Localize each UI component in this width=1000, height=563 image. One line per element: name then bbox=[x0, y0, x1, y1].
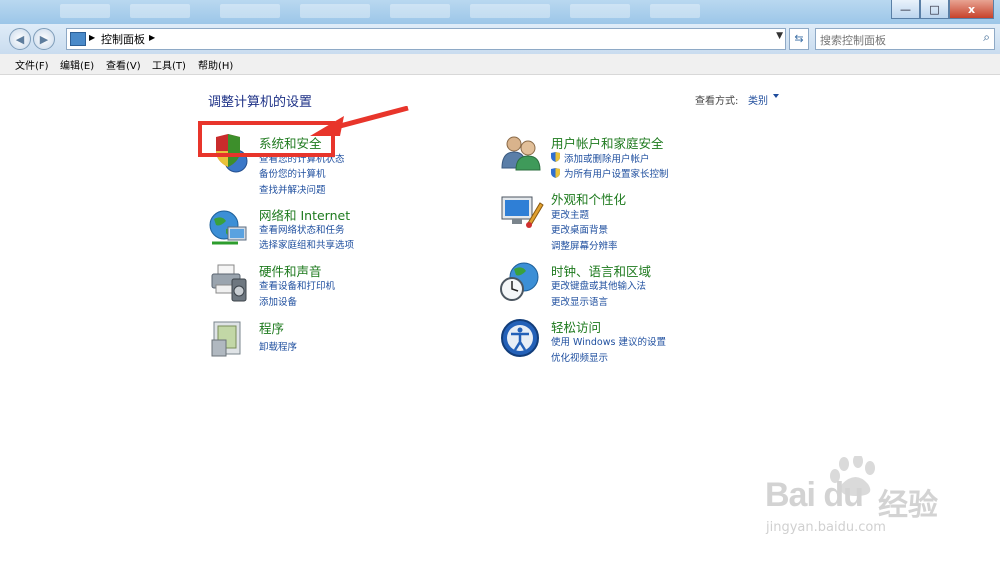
link-homegroup-sharing[interactable]: 选择家庭组和共享选项 bbox=[259, 237, 354, 251]
taskbar-reflection bbox=[650, 4, 700, 18]
view-by-arrow-icon[interactable] bbox=[773, 94, 779, 98]
category-programs[interactable]: 程序 bbox=[259, 318, 284, 337]
uac-shield-icon bbox=[551, 168, 560, 178]
link-backup-computer[interactable]: 备份您的计算机 bbox=[259, 166, 326, 180]
monitor-paint-icon[interactable] bbox=[500, 193, 544, 231]
link-change-theme[interactable]: 更改主题 bbox=[551, 207, 589, 221]
breadcrumb-dropdown-icon[interactable]: ▶ bbox=[149, 33, 155, 42]
category-user-accounts[interactable]: 用户帐户和家庭安全 bbox=[551, 133, 664, 152]
search-input[interactable] bbox=[816, 31, 974, 50]
taskbar-reflection bbox=[570, 4, 630, 18]
menu-file[interactable]: 文件(F) bbox=[15, 57, 49, 72]
search-box: ⌕ bbox=[815, 28, 995, 50]
menu-tools[interactable]: 工具(T) bbox=[152, 57, 186, 72]
link-optimize-video[interactable]: 优化视频显示 bbox=[551, 350, 608, 364]
watermark-brand: Bai du bbox=[765, 476, 864, 514]
printer-speaker-icon[interactable] bbox=[208, 263, 250, 303]
menu-edit[interactable]: 编辑(E) bbox=[60, 57, 94, 72]
menu-help[interactable]: 帮助(H) bbox=[198, 57, 233, 72]
ease-of-access-icon[interactable] bbox=[500, 318, 542, 358]
menu-view[interactable]: 查看(V) bbox=[106, 57, 141, 72]
search-icon[interactable]: ⌕ bbox=[983, 30, 990, 45]
link-troubleshoot[interactable]: 查找并解决问题 bbox=[259, 182, 326, 196]
minimize-button[interactable]: — bbox=[891, 0, 920, 19]
view-by-dropdown[interactable]: 类别 bbox=[748, 92, 768, 107]
address-bar: ◀ ▶ ▶ 控制面板 ▶ ▼ ⇆ ⌕ bbox=[0, 24, 1000, 54]
menu-bar: 文件(F) 编辑(E) 查看(V) 工具(T) 帮助(H) bbox=[0, 54, 1000, 75]
breadcrumb-separator-icon[interactable]: ▶ bbox=[89, 33, 95, 42]
close-button[interactable]: x bbox=[949, 0, 994, 19]
category-appearance[interactable]: 外观和个性化 bbox=[551, 189, 626, 208]
programs-icon[interactable] bbox=[210, 320, 246, 358]
control-panel-icon bbox=[70, 32, 86, 46]
watermark-url: jingyan.baidu.com bbox=[766, 520, 886, 535]
users-icon[interactable] bbox=[500, 134, 544, 172]
link-view-network-status[interactable]: 查看网络状态和任务 bbox=[259, 222, 345, 236]
taskbar-reflection bbox=[470, 4, 550, 18]
refresh-icon: ⇆ bbox=[794, 32, 804, 45]
taskbar-reflection bbox=[300, 4, 370, 18]
watermark-cn: 经验 bbox=[878, 488, 938, 523]
address-field[interactable]: ▶ 控制面板 ▶ ▼ bbox=[66, 28, 786, 50]
network-globe-icon[interactable] bbox=[208, 209, 250, 249]
back-button[interactable]: ◀ bbox=[9, 28, 31, 50]
link-screen-resolution[interactable]: 调整屏幕分辨率 bbox=[551, 238, 618, 252]
link-display-language[interactable]: 更改显示语言 bbox=[551, 294, 608, 308]
forward-button[interactable]: ▶ bbox=[33, 28, 55, 50]
view-by-label: 查看方式: bbox=[695, 96, 739, 107]
link-add-device[interactable]: 添加设备 bbox=[259, 294, 297, 308]
annotation-arrow-icon bbox=[310, 106, 409, 136]
breadcrumb-control-panel[interactable]: 控制面板 bbox=[101, 31, 145, 47]
baidu-watermark: Bai du 经验 jingyan.baidu.com bbox=[760, 454, 960, 550]
refresh-button[interactable]: ⇆ bbox=[789, 28, 809, 50]
page-title: 调整计算机的设置 bbox=[208, 95, 313, 110]
link-change-background[interactable]: 更改桌面背景 bbox=[551, 222, 608, 236]
title-bar: — □ x bbox=[0, 0, 1000, 24]
back-arrow-icon: ◀ bbox=[15, 32, 25, 46]
uac-shield-icon bbox=[551, 152, 560, 162]
link-uninstall-program[interactable]: 卸载程序 bbox=[259, 339, 297, 353]
link-add-remove-accounts[interactable]: 添加或删除用户帐户 bbox=[564, 151, 650, 165]
control-panel-window: — □ x ◀ ▶ ▶ 控制面板 ▶ ▼ ⇆ ⌕ 文件(F) 编辑(E) 查看 bbox=[0, 0, 1000, 563]
address-dropdown-icon[interactable]: ▼ bbox=[776, 31, 783, 41]
clock-globe-icon[interactable] bbox=[500, 261, 544, 303]
taskbar-reflection bbox=[390, 4, 450, 18]
taskbar-reflection bbox=[130, 4, 190, 18]
link-devices-printers[interactable]: 查看设备和打印机 bbox=[259, 278, 335, 292]
forward-arrow-icon: ▶ bbox=[39, 32, 49, 46]
taskbar-reflection bbox=[220, 4, 280, 18]
link-windows-recommended[interactable]: 使用 Windows 建议的设置 bbox=[551, 334, 666, 348]
maximize-button[interactable]: □ bbox=[920, 0, 949, 19]
taskbar-reflection bbox=[60, 4, 110, 18]
link-change-keyboard[interactable]: 更改键盘或其他输入法 bbox=[551, 278, 646, 292]
link-parental-controls[interactable]: 为所有用户设置家长控制 bbox=[564, 166, 669, 180]
